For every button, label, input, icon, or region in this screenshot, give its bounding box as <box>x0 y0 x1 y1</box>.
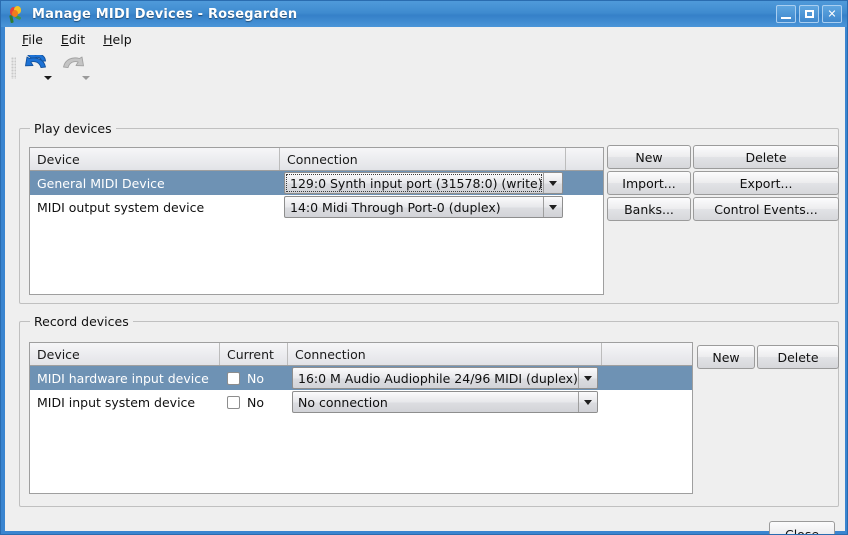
record-row-current: No <box>220 390 288 414</box>
toolbar-grip[interactable] <box>11 57 16 79</box>
record-row-connection-cell: 16:0 M Audio Audiophile 24/96 MIDI (dupl… <box>288 366 602 390</box>
menubar: File Edit Help <box>5 27 845 51</box>
menu-file[interactable]: File <box>13 29 52 50</box>
play-row-connection-cell: 129:0 Synth input port (31578:0) (write) <box>280 171 566 195</box>
record-row-connection-cell: No connection <box>288 390 602 414</box>
maximize-icon[interactable] <box>799 5 819 23</box>
menu-edit[interactable]: Edit <box>52 29 94 50</box>
table-row[interactable]: MIDI output system device 14:0 Midi Thro… <box>30 195 603 219</box>
play-connection-combo[interactable]: 129:0 Synth input port (31578:0) (write) <box>284 172 563 194</box>
window-controls: ✕ <box>776 5 845 23</box>
play-col-connection[interactable]: Connection <box>280 148 566 170</box>
close-accel: C <box>784 527 794 535</box>
table-row[interactable]: General MIDI Device 129:0 Synth input po… <box>30 171 603 195</box>
record-current-label: No <box>247 394 264 410</box>
play-col-device[interactable]: Device <box>30 148 280 170</box>
play-row-connection-cell: 14:0 Midi Through Port-0 (duplex) <box>280 195 566 219</box>
undo-button[interactable] <box>21 53 59 83</box>
record-connection-combo[interactable]: No connection <box>292 391 598 413</box>
titlebar: Manage MIDI Devices - Rosegarden ✕ <box>1 1 847 27</box>
redo-button[interactable] <box>59 53 97 83</box>
record-connection-combo[interactable]: 16:0 M Audio Audiophile 24/96 MIDI (dupl… <box>292 367 598 389</box>
play-export-button[interactable]: Export... <box>693 171 839 195</box>
play-connection-value: 129:0 Synth input port (31578:0) (write) <box>285 173 543 193</box>
record-col-filler <box>602 343 692 365</box>
toolbar <box>5 51 845 85</box>
play-devices-table: Device Connection General MIDI Device 12… <box>29 147 604 295</box>
close-icon[interactable]: ✕ <box>822 5 842 23</box>
record-new-button[interactable]: New <box>697 345 755 369</box>
chevron-down-icon[interactable] <box>578 368 597 388</box>
record-delete-button[interactable]: Delete <box>757 345 839 369</box>
record-row-device: MIDI hardware input device <box>37 370 209 386</box>
record-connection-value: No connection <box>298 394 388 410</box>
table-row[interactable]: MIDI input system device No No connectio… <box>30 390 692 414</box>
play-row-device: MIDI output system device <box>37 199 205 215</box>
record-col-connection[interactable]: Connection <box>288 343 602 365</box>
record-devices-table-header: Device Current Connection <box>30 343 692 366</box>
play-devices-group-title: Play devices <box>30 121 116 136</box>
record-devices-table: Device Current Connection MIDI hardware … <box>29 342 693 494</box>
midi-device-manager-window: Manage MIDI Devices - Rosegarden ✕ File … <box>0 0 848 535</box>
window-title: Manage MIDI Devices - Rosegarden <box>32 6 298 22</box>
chevron-down-icon[interactable] <box>578 392 597 412</box>
chevron-down-icon[interactable] <box>543 173 562 193</box>
minimize-icon[interactable] <box>776 5 796 23</box>
menu-help[interactable]: Help <box>94 29 141 50</box>
record-current-checkbox[interactable] <box>227 371 240 385</box>
close-button-label: Close <box>784 527 820 535</box>
client-area: File Edit Help Play devices Device Conne… <box>5 27 845 534</box>
table-row[interactable]: MIDI hardware input device No 16:0 M Aud… <box>30 366 692 390</box>
play-connection-combo[interactable]: 14:0 Midi Through Port-0 (duplex) <box>284 196 563 218</box>
record-col-current[interactable]: Current <box>220 343 288 365</box>
close-button[interactable]: Close <box>769 521 835 535</box>
play-import-button[interactable]: Import... <box>607 171 691 195</box>
play-col-filler <box>566 148 603 170</box>
play-delete-button[interactable]: Delete <box>693 145 839 169</box>
play-control-events-button[interactable]: Control Events... <box>693 197 839 221</box>
play-row-device: General MIDI Device <box>37 175 165 191</box>
chevron-down-icon[interactable] <box>543 197 562 217</box>
record-current-checkbox[interactable] <box>227 395 240 409</box>
redo-dropdown-caret[interactable] <box>82 76 90 80</box>
record-col-device[interactable]: Device <box>30 343 220 365</box>
play-banks-button[interactable]: Banks... <box>607 197 691 221</box>
record-row-current: No <box>220 366 288 390</box>
play-new-button[interactable]: New <box>607 145 691 169</box>
record-devices-group-title: Record devices <box>30 314 133 329</box>
undo-dropdown-caret[interactable] <box>44 76 52 80</box>
play-devices-table-header: Device Connection <box>30 148 603 171</box>
record-current-label: No <box>247 370 264 386</box>
close-rest: lose <box>793 527 820 535</box>
record-row-device: MIDI input system device <box>37 394 196 410</box>
play-connection-value: 14:0 Midi Through Port-0 (duplex) <box>290 199 501 215</box>
rosegarden-flower-icon <box>7 5 24 23</box>
record-connection-value: 16:0 M Audio Audiophile 24/96 MIDI (dupl… <box>298 370 578 386</box>
